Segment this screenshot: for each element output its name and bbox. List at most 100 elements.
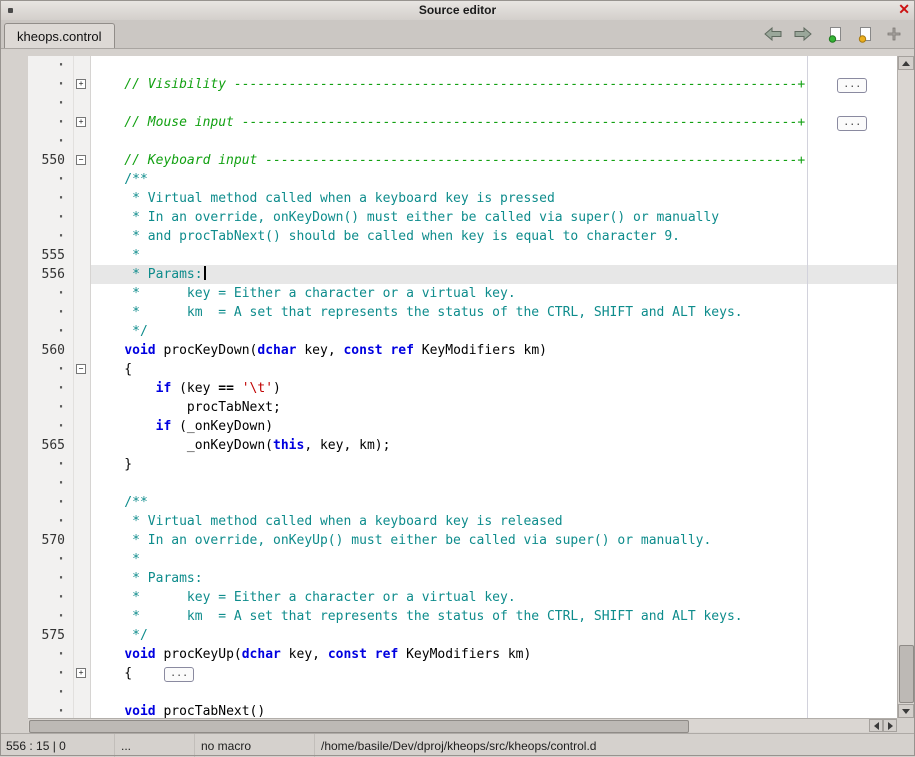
code-line[interactable]: · } (28, 455, 897, 474)
code-line[interactable]: · (28, 474, 897, 493)
gutter-cell[interactable]: · (28, 208, 74, 227)
go-forward-icon[interactable] (791, 22, 815, 46)
fold-margin[interactable]: − (74, 151, 91, 170)
fold-collapsed-icon[interactable]: + (76, 117, 86, 127)
code-line[interactable]: · /** (28, 493, 897, 512)
scroll-left-icon[interactable] (869, 719, 883, 732)
code-line[interactable]: · * Virtual method called when a keyboar… (28, 512, 897, 531)
gutter-cell[interactable]: · (28, 569, 74, 588)
gutter-cell[interactable]: · (28, 474, 74, 493)
code-line[interactable]: · * Params: (28, 569, 897, 588)
collapsed-fold-indicator[interactable]: ... (164, 667, 194, 682)
horizontal-scrollbar[interactable] (28, 718, 897, 732)
code-line[interactable]: · if (_onKeyDown) (28, 417, 897, 436)
gutter-cell[interactable]: · (28, 493, 74, 512)
code-line[interactable]: ·+ // Visibility -----------------------… (28, 75, 897, 94)
collapsed-fold-indicator[interactable]: ... (837, 116, 867, 131)
vertical-scrollbar-thumb[interactable] (899, 645, 914, 703)
gutter-cell[interactable]: · (28, 113, 74, 132)
fold-margin[interactable]: + (74, 75, 91, 94)
code-line[interactable]: 555 * (28, 246, 897, 265)
gutter-cell[interactable]: · (28, 360, 74, 379)
gutter-cell[interactable]: · (28, 322, 74, 341)
code-line[interactable]: · if (key == '\t') (28, 379, 897, 398)
gutter-cell[interactable]: 556 (28, 265, 74, 284)
code-line[interactable]: ·+ // Mouse input ----------------------… (28, 113, 897, 132)
gutter-cell[interactable]: · (28, 379, 74, 398)
gutter-cell[interactable]: · (28, 303, 74, 322)
fold-expanded-icon[interactable]: − (76, 364, 86, 374)
tab-kheops-control[interactable]: kheops.control (4, 23, 115, 48)
gutter-cell[interactable]: · (28, 56, 74, 75)
code-line[interactable]: 550− // Keyboard input -----------------… (28, 151, 897, 170)
editor-panel[interactable]: ··+ // Visibility ----------------------… (28, 56, 897, 718)
code-line[interactable]: 570 * In an override, onKeyUp() must eit… (28, 531, 897, 550)
code-line[interactable]: · (28, 132, 897, 151)
code-line[interactable]: · * (28, 550, 897, 569)
collapsed-fold-indicator[interactable]: ... (837, 78, 867, 93)
code-line[interactable]: · * key = Either a character or a virtua… (28, 284, 897, 303)
gutter-cell[interactable]: · (28, 75, 74, 94)
window-menu-icon[interactable] (8, 8, 13, 13)
gutter-cell[interactable]: · (28, 170, 74, 189)
split-editor-icon[interactable] (882, 22, 906, 46)
code-line[interactable]: · * km = A set that represents the statu… (28, 607, 897, 626)
horizontal-scrollbar-thumb[interactable] (29, 720, 689, 733)
code-line[interactable]: · (28, 56, 897, 75)
gutter-cell[interactable]: · (28, 588, 74, 607)
gutter-cell[interactable]: 565 (28, 436, 74, 455)
gutter-cell[interactable]: · (28, 512, 74, 531)
fold-margin[interactable]: + (74, 664, 91, 683)
code-line[interactable]: 575 */ (28, 626, 897, 645)
code-area[interactable]: ··+ // Visibility ----------------------… (28, 56, 897, 718)
code-line[interactable]: · * In an override, onKeyDown() must eit… (28, 208, 897, 227)
fold-collapsed-icon[interactable]: + (76, 668, 86, 678)
window-titlebar[interactable]: Source editor ✕ (0, 0, 915, 21)
code-line[interactable]: · void procTabNext() (28, 702, 897, 718)
code-line[interactable]: · * and procTabNext() should be called w… (28, 227, 897, 246)
gutter-cell[interactable]: 550 (28, 151, 74, 170)
code-line[interactable]: 556 * Params: (28, 265, 897, 284)
scroll-right-icon[interactable] (883, 719, 897, 732)
gutter-cell[interactable]: 555 (28, 246, 74, 265)
fold-margin[interactable]: − (74, 360, 91, 379)
close-icon[interactable]: ✕ (898, 1, 910, 18)
code-line[interactable]: · procTabNext; (28, 398, 897, 417)
gutter-cell[interactable]: · (28, 189, 74, 208)
gutter-cell[interactable]: · (28, 455, 74, 474)
code-line[interactable]: · * Virtual method called when a keyboar… (28, 189, 897, 208)
gutter-cell[interactable]: · (28, 417, 74, 436)
vertical-scrollbar[interactable] (897, 56, 914, 718)
code-line[interactable]: · (28, 683, 897, 702)
code-line[interactable]: ·+ {... (28, 664, 897, 683)
code-line[interactable]: · * key = Either a character or a virtua… (28, 588, 897, 607)
gutter-cell[interactable]: · (28, 645, 74, 664)
code-line[interactable]: · (28, 94, 897, 113)
gutter-cell[interactable]: · (28, 398, 74, 417)
gutter-cell[interactable]: · (28, 94, 74, 113)
gutter-cell[interactable]: · (28, 227, 74, 246)
code-line[interactable]: · /** (28, 170, 897, 189)
scroll-up-icon[interactable] (898, 56, 914, 70)
fold-collapsed-icon[interactable]: + (76, 79, 86, 89)
code-line[interactable]: · * km = A set that represents the statu… (28, 303, 897, 322)
code-line[interactable]: · void procKeyUp(dchar key, const ref Ke… (28, 645, 897, 664)
code-line[interactable]: · */ (28, 322, 897, 341)
gutter-cell[interactable]: 575 (28, 626, 74, 645)
fold-margin[interactable]: + (74, 113, 91, 132)
code-line[interactable]: 565 _onKeyDown(this, key, km); (28, 436, 897, 455)
gutter-cell[interactable]: 560 (28, 341, 74, 360)
gutter-cell[interactable]: · (28, 132, 74, 151)
go-back-icon[interactable] (761, 22, 785, 46)
gutter-cell[interactable]: · (28, 284, 74, 303)
gutter-cell[interactable]: · (28, 664, 74, 683)
code-line[interactable]: ·− { (28, 360, 897, 379)
gutter-cell[interactable]: · (28, 683, 74, 702)
gutter-cell[interactable]: 570 (28, 531, 74, 550)
document-green-icon[interactable] (823, 22, 847, 46)
scroll-down-icon[interactable] (898, 704, 914, 718)
gutter-cell[interactable]: · (28, 702, 74, 718)
gutter-cell[interactable]: · (28, 607, 74, 626)
fold-expanded-icon[interactable]: − (76, 155, 86, 165)
gutter-cell[interactable]: · (28, 550, 74, 569)
